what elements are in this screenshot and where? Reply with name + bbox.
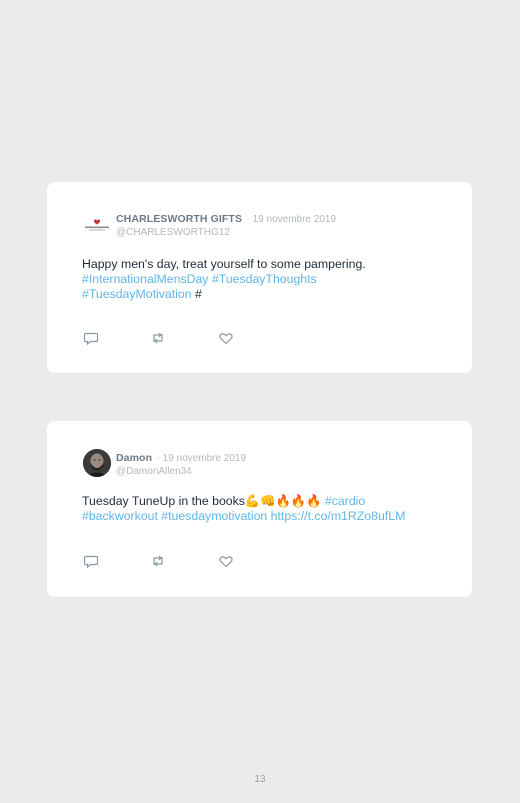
trailing-hash: # [195, 287, 202, 301]
tweet-date[interactable]: · 19 novembre 2019 [157, 453, 247, 464]
reply-icon[interactable] [83, 330, 99, 346]
page-number: 13 [254, 774, 266, 785]
hashtag-link[interactable]: #TuesdayMotivation [82, 287, 192, 301]
avatar[interactable] [83, 449, 111, 477]
tweet-text: Happy men's day, treat yourself to some … [82, 257, 452, 302]
author-name[interactable]: Damon [116, 452, 152, 464]
tweet-body: Tuesday TuneUp in the books💪👊🔥🔥🔥 [82, 494, 322, 508]
tweet-header: CHARLESWORTH GIFTS · 19 novembre 2019 @C… [116, 212, 336, 239]
hashtag-link[interactable]: #backworkout [82, 509, 158, 523]
heart-icon[interactable] [218, 553, 234, 569]
tweet-card: CHARLESWORTH GIFTS · 19 novembre 2019 @C… [47, 182, 472, 373]
url-link[interactable]: https://t.co/m1RZo8ufLM [271, 509, 406, 523]
profile-photo-icon [83, 449, 111, 477]
retweet-icon[interactable] [150, 553, 166, 569]
reply-icon[interactable] [83, 553, 99, 569]
tweet-body: Happy men's day, treat yourself to some … [82, 257, 366, 271]
author-name[interactable]: CHARLESWORTH GIFTS [116, 213, 242, 225]
hashtag-link[interactable]: #tuesdaymotivation [161, 509, 267, 523]
charlesworth-logo-icon [85, 219, 109, 231]
tweet-text: Tuesday TuneUp in the books💪👊🔥🔥🔥 #cardio… [82, 494, 452, 524]
tweet-date[interactable]: · 19 novembre 2019 [247, 214, 337, 225]
tweet-header: Damon · 19 novembre 2019 @DamonAllen34 [116, 451, 246, 478]
retweet-icon[interactable] [150, 330, 166, 346]
author-handle[interactable]: @DamonAllen34 [116, 466, 246, 478]
tweet-actions [83, 553, 243, 569]
avatar[interactable] [83, 212, 111, 240]
hashtag-link[interactable]: #cardio [325, 494, 365, 508]
tweet-card: Damon · 19 novembre 2019 @DamonAllen34 T… [47, 421, 472, 597]
hashtag-link[interactable]: #InternationalMensDay [82, 272, 208, 286]
hashtag-link[interactable]: #TuesdayThoughts [212, 272, 317, 286]
heart-icon[interactable] [218, 330, 234, 346]
author-handle[interactable]: @CHARLESWORTHG12 [116, 227, 336, 239]
tweet-actions [83, 330, 243, 346]
